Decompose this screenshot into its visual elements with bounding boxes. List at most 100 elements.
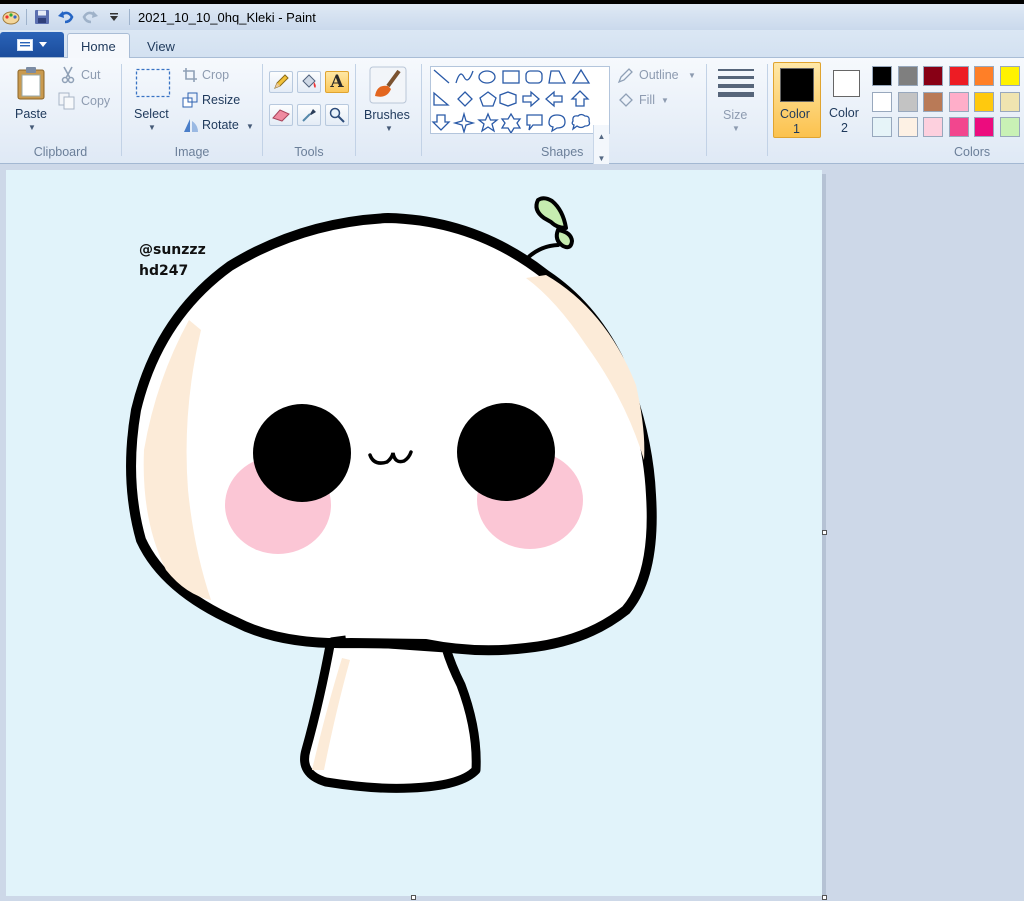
palette-swatch[interactable] — [923, 117, 943, 137]
fill-tool-button[interactable] — [297, 71, 321, 93]
palette-swatch[interactable] — [897, 91, 918, 112]
shapes-gallery-icons — [431, 68, 591, 133]
signature-line-1: @sunzzz — [139, 242, 206, 258]
color1-fill — [781, 69, 813, 101]
color-picker-icon — [302, 109, 316, 122]
right-triangle-shape-icon — [433, 91, 450, 106]
arrow-down-shape-icon — [431, 114, 451, 131]
pentagon-shape-icon — [479, 91, 497, 107]
palette-swatch[interactable] — [974, 117, 994, 137]
cloud-callout-shape-icon — [571, 113, 591, 131]
workspace: @sunzzz hd247 — [0, 164, 1024, 901]
palette-swatch[interactable] — [999, 66, 1020, 86]
text-tool-button[interactable]: A — [325, 71, 349, 93]
paint-app-icon[interactable] — [2, 8, 20, 26]
fill-button[interactable]: Fill ▼ — [617, 92, 677, 112]
palette-swatch[interactable] — [999, 117, 1020, 137]
color1-button[interactable]: Color 1 — [773, 62, 821, 138]
size-button[interactable]: Size ▼ — [713, 64, 761, 136]
brushes-button[interactable]: Brushes ▼ — [360, 64, 416, 136]
shapes-scroll-up[interactable]: ▲ — [593, 125, 609, 147]
file-menu-icon — [17, 38, 33, 51]
palette-swatch[interactable] — [872, 66, 892, 86]
chevron-down-icon: ▼ — [246, 122, 254, 131]
paste-label: Paste — [15, 107, 47, 121]
chevron-down-icon: ▼ — [385, 124, 393, 133]
palette-swatch[interactable] — [923, 91, 943, 112]
clipboard-group: Paste ▼ Cut Copy Clipboard — [0, 58, 121, 162]
canvas-resize-handle-bottom[interactable] — [411, 895, 416, 900]
line-shape-icon — [433, 69, 450, 84]
palette-swatch[interactable] — [923, 66, 943, 86]
rounded-rectangle-shape-icon — [525, 70, 543, 84]
color2-button[interactable]: Color 2 — [824, 62, 868, 138]
select-button[interactable]: Select ▼ — [132, 66, 172, 136]
palette-swatch[interactable] — [872, 117, 892, 137]
undo-icon[interactable] — [57, 8, 75, 26]
tab-home[interactable]: Home — [67, 33, 130, 59]
palette-swatch[interactable] — [897, 117, 918, 137]
size-group: Size ▼ — [707, 58, 767, 162]
drawing-canvas[interactable]: @sunzzz hd247 — [6, 170, 822, 896]
eraser-tool-button[interactable] — [269, 104, 293, 126]
palette-swatch[interactable] — [948, 117, 969, 137]
magnifier-tool-button[interactable] — [325, 104, 349, 126]
signature-text: @sunzzz hd247 — [139, 240, 206, 282]
cut-label: Cut — [81, 68, 101, 82]
sprout-leaf — [519, 196, 575, 267]
palette-swatch[interactable] — [974, 91, 994, 112]
redo-icon[interactable] — [81, 8, 99, 26]
mochi-head — [126, 213, 657, 656]
title-bar: 2021_10_10_0hq_Kleki - Paint — [0, 4, 1024, 30]
palette-swatch[interactable] — [948, 66, 969, 86]
chevron-down-icon: ▼ — [148, 123, 156, 132]
resize-icon — [182, 92, 198, 108]
palette-swatch[interactable] — [974, 66, 994, 86]
crop-button[interactable]: Crop — [182, 66, 242, 86]
curve-shape-icon — [455, 70, 474, 84]
pencil-tool-button[interactable] — [269, 71, 293, 93]
palette-swatch[interactable] — [999, 91, 1020, 112]
rotate-button[interactable]: Rotate ▼ — [182, 116, 258, 136]
oval-callout-shape-icon — [548, 114, 566, 133]
customize-dropdown-icon[interactable] — [105, 8, 123, 26]
paste-button[interactable]: Paste ▼ — [10, 62, 52, 134]
color-picker-tool-button[interactable] — [297, 104, 321, 126]
outline-button[interactable]: Outline ▼ — [617, 67, 703, 87]
palette-swatch[interactable] — [897, 66, 918, 86]
chevron-down-icon — [39, 41, 47, 47]
left-eye — [253, 404, 351, 502]
colors-group-label: Colors — [954, 145, 991, 159]
copy-button[interactable]: Copy — [58, 92, 114, 112]
palette-swatch[interactable] — [872, 91, 892, 112]
clipboard-group-label: Clipboard — [33, 145, 88, 159]
ribbon-tabs: Home View — [0, 30, 1024, 59]
oval-shape-icon — [478, 70, 496, 84]
canvas-resize-handle-right[interactable] — [822, 530, 827, 535]
file-menu-button[interactable] — [0, 32, 64, 57]
hexagon-shape-icon — [499, 91, 517, 107]
ribbon-home: Paste ▼ Cut Copy Clipboard Select ▼ Crop… — [0, 58, 1024, 191]
toolbar-separator — [26, 9, 27, 25]
resize-button[interactable]: Resize — [182, 91, 248, 111]
color1-number: 1 — [793, 122, 800, 136]
scissors-icon — [61, 66, 75, 84]
chevron-down-icon: ▼ — [661, 96, 669, 105]
text-icon: A — [330, 72, 344, 92]
arrow-up-shape-icon — [570, 90, 590, 107]
canvas-resize-handle-corner[interactable] — [822, 895, 827, 900]
color2-number: 2 — [841, 121, 848, 135]
toolbar-separator — [129, 9, 130, 25]
window-title: 2021_10_10_0hq_Kleki - Paint — [138, 9, 316, 25]
rounded-callout-shape-icon — [526, 114, 543, 131]
image-group: Select ▼ Crop Resize Rotate ▼ Image — [122, 58, 262, 162]
tab-view[interactable]: View — [134, 33, 188, 59]
save-icon[interactable] — [33, 8, 51, 26]
tools-group: A Tools — [263, 58, 355, 162]
arrow-left-shape-icon — [545, 90, 563, 108]
select-rectangle-icon — [135, 68, 171, 98]
cut-button[interactable]: Cut — [60, 66, 110, 86]
outline-label: Outline — [639, 68, 679, 82]
palette-swatch[interactable] — [948, 91, 969, 112]
shapes-gallery — [430, 66, 610, 134]
